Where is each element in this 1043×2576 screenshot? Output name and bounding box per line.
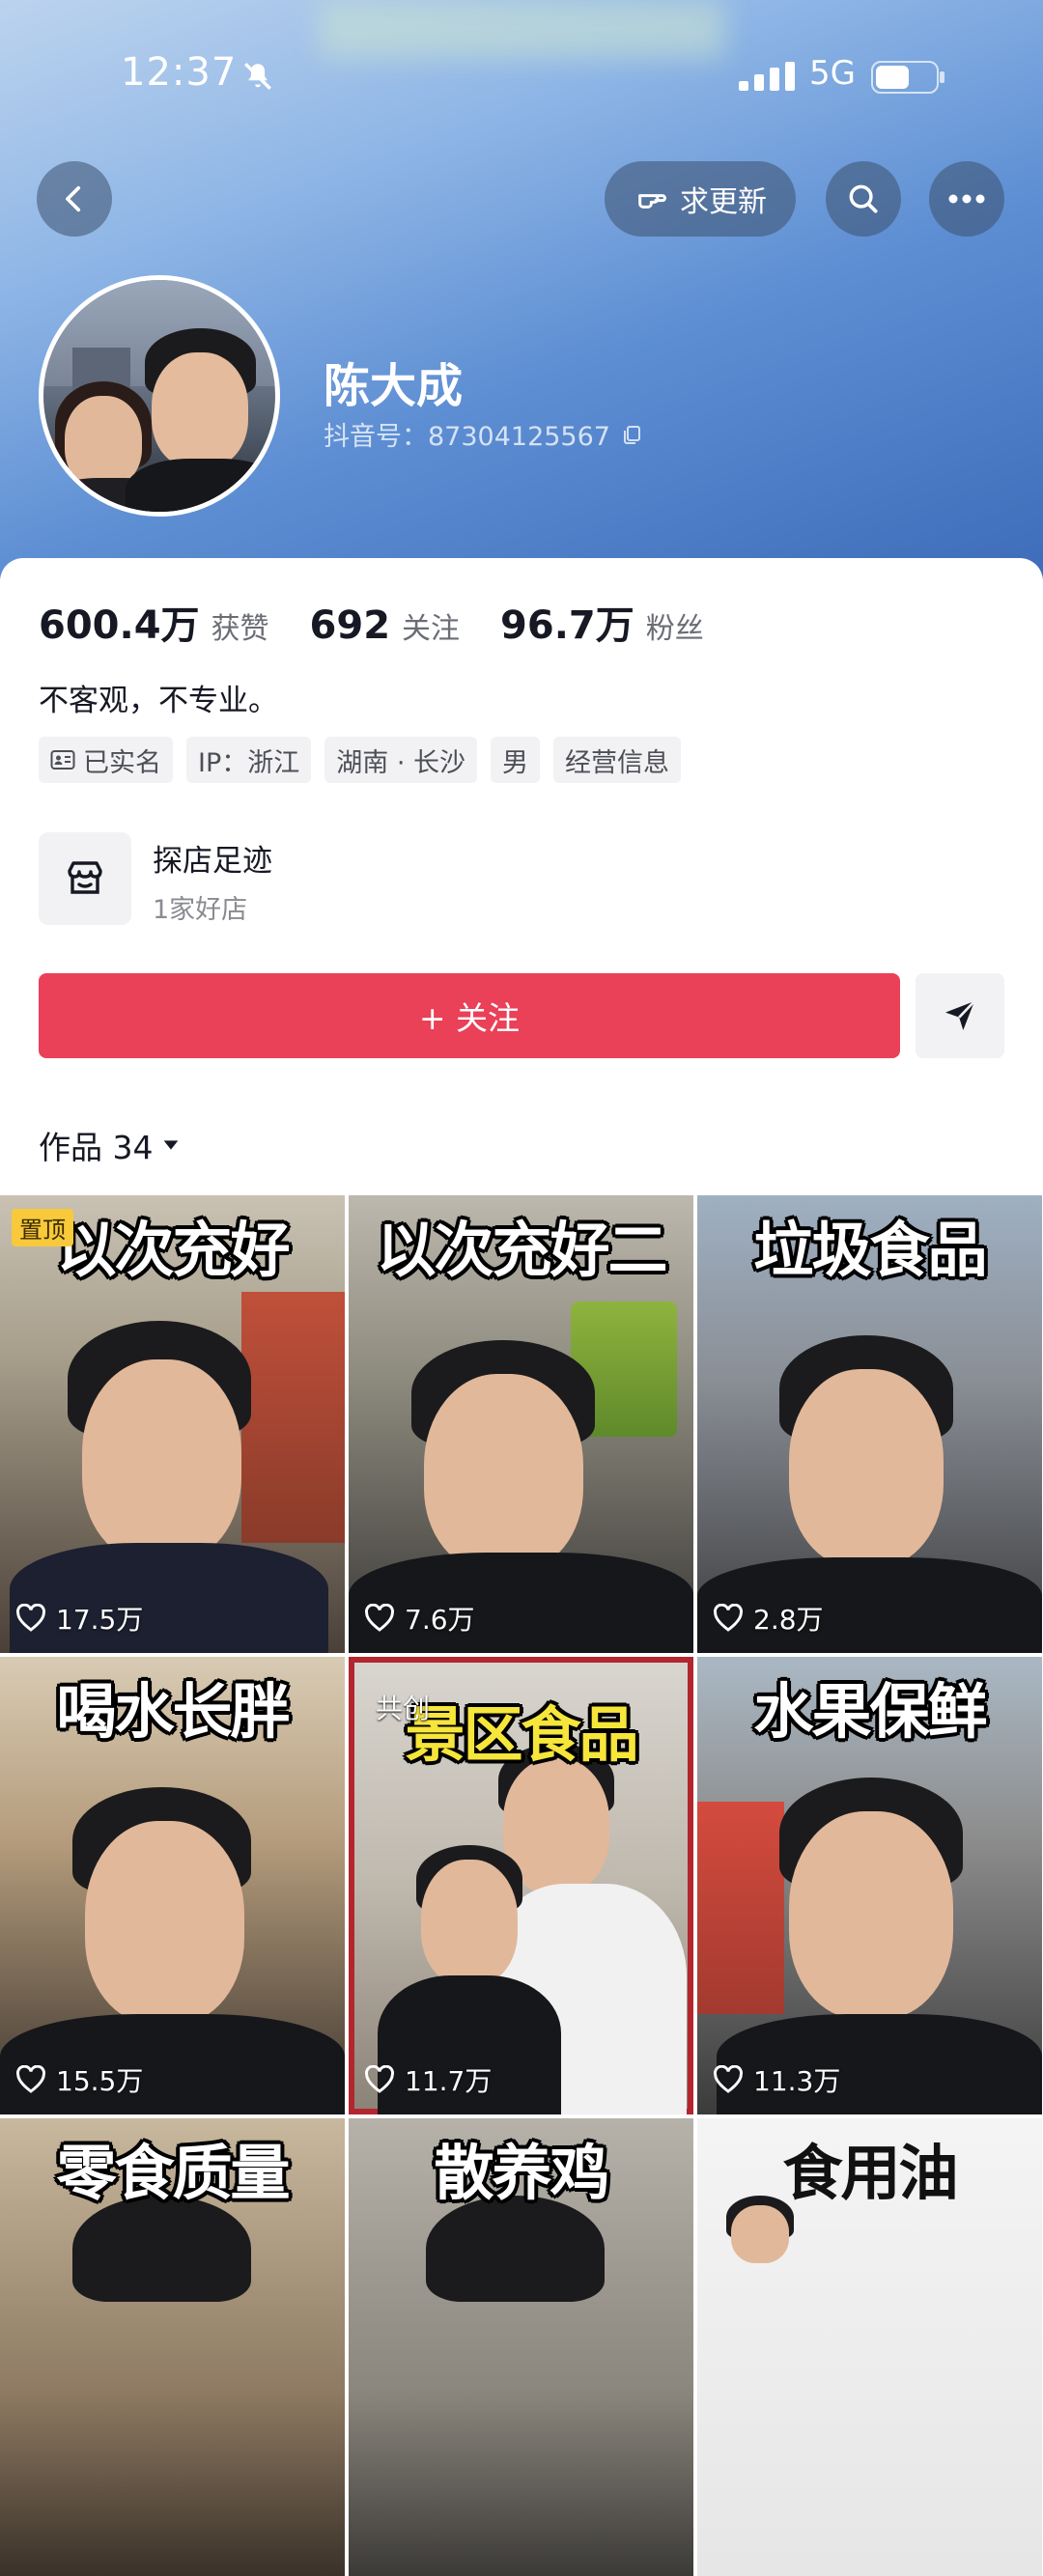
video-likes: 11.7万: [364, 2060, 492, 2099]
share-button[interactable]: [916, 973, 1004, 1058]
works-tab-label: 作品 34: [39, 1129, 154, 1166]
back-button[interactable]: [37, 161, 112, 237]
video-thumbnail[interactable]: 零食质量: [0, 2118, 345, 2576]
tag-verified-label: 已实名: [83, 747, 161, 778]
video-title: 以次充好二: [376, 1215, 667, 1285]
video-title: 垃圾食品: [753, 1215, 987, 1285]
battery-icon: [871, 61, 944, 94]
profile-tags: 已实名 IP：浙江 湖南 · 长沙 男 经营信息: [39, 737, 681, 783]
chevron-left-icon: [66, 185, 81, 212]
copy-icon[interactable]: [620, 423, 643, 446]
video-likes: 7.6万: [364, 1599, 475, 1638]
followers-label[interactable]: 粉丝: [646, 604, 704, 647]
douyin-id-text: 抖音号：87304125567: [324, 422, 610, 452]
heart-outline-icon: [365, 1604, 394, 1632]
following-label[interactable]: 关注: [402, 604, 460, 647]
shop-footprint-icon-box[interactable]: [39, 832, 131, 925]
video-likes-count: 2.8万: [753, 1604, 824, 1636]
video-thumbnail[interactable]: 共创 景区食品 11.7万: [349, 1657, 693, 2114]
video-likes: 2.8万: [713, 1599, 824, 1638]
following-count[interactable]: 692: [310, 603, 391, 648]
heart-outline-icon: [365, 2065, 394, 2093]
profile-avatar[interactable]: [39, 275, 280, 517]
network-type: 5G: [809, 54, 856, 93]
profile-bio: 不客观，不专业。: [39, 684, 278, 718]
profile-stats: 600.4万 获赞 692 关注 96.7万 粉丝: [39, 594, 745, 650]
video-likes: 17.5万: [15, 1599, 143, 1638]
heart-outline-icon: [16, 1604, 45, 1632]
followers-count[interactable]: 96.7万: [500, 594, 634, 650]
douyin-id[interactable]: 抖音号：87304125567: [324, 415, 643, 453]
request-update-label: 求更新: [680, 185, 767, 219]
video-thumbnail[interactable]: 食用油: [697, 2118, 1042, 2576]
video-thumbnail[interactable]: 喝水长胖 15.5万: [0, 1657, 345, 2114]
shop-footprint-title[interactable]: 探店足迹: [153, 836, 272, 880]
profile-name: 陈大成: [324, 359, 464, 413]
shop-footprint-subtitle: 1家好店: [153, 895, 248, 925]
works-tab[interactable]: 作品 34: [39, 1122, 182, 1168]
more-dots-icon: [948, 194, 985, 204]
status-time: 12:37: [121, 50, 238, 95]
video-likes: 15.5万: [15, 2060, 143, 2099]
video-thumbnail[interactable]: 置顶 以次充好 17.5万: [0, 1195, 345, 1653]
search-button[interactable]: [826, 161, 901, 237]
tag-business-info[interactable]: 经营信息: [553, 737, 681, 783]
tag-location: 湖南 · 长沙: [324, 737, 477, 783]
video-likes-count: 7.6万: [405, 1604, 475, 1636]
pointing-hand-icon: [638, 194, 666, 209]
video-thumbnail[interactable]: 以次充好二 7.6万: [349, 1195, 693, 1653]
video-title: 水果保鲜: [753, 1676, 987, 1747]
signal-icon: [739, 62, 795, 91]
video-likes: 11.3万: [713, 2060, 840, 2099]
video-likes-count: 17.5万: [56, 1604, 144, 1636]
caret-down-icon: [164, 1140, 179, 1150]
store-icon: [68, 861, 102, 894]
heart-outline-icon: [714, 1604, 743, 1632]
video-thumbnail[interactable]: 散养鸡: [349, 2118, 693, 2576]
id-card-icon: [50, 750, 75, 770]
video-title: 散养鸡: [434, 2138, 609, 2208]
heart-outline-icon: [714, 2065, 743, 2093]
likes-label: 获赞: [211, 612, 269, 646]
video-likes-count: 15.5万: [56, 2065, 144, 2097]
request-update-button[interactable]: 求更新: [605, 161, 796, 237]
video-likes-count: 11.7万: [405, 2065, 493, 2097]
video-title: 食用油: [782, 2138, 958, 2208]
heart-outline-icon: [16, 2065, 45, 2093]
tag-ip: IP：浙江: [186, 737, 312, 783]
pinned-badge: 置顶: [12, 1209, 73, 1246]
video-thumbnail[interactable]: 水果保鲜 11.3万: [697, 1657, 1042, 2114]
send-arrow-icon: [945, 1000, 975, 1030]
more-button[interactable]: [929, 161, 1004, 237]
collab-badge: 共创: [376, 1693, 431, 1724]
tag-verified[interactable]: 已实名: [39, 737, 173, 783]
video-thumbnail[interactable]: 垃圾食品 2.8万: [697, 1195, 1042, 1653]
video-title: 零食质量: [56, 2138, 290, 2208]
mute-bell-icon: [244, 63, 271, 90]
follow-button[interactable]: + 关注: [39, 973, 900, 1058]
tag-gender: 男: [491, 737, 540, 783]
status-bar: 12:37 5G: [0, 0, 1043, 154]
search-icon: [849, 184, 878, 213]
likes-count: 600.4万: [39, 603, 200, 648]
video-likes-count: 11.3万: [753, 2065, 841, 2097]
video-title: 喝水长胖: [56, 1676, 290, 1747]
